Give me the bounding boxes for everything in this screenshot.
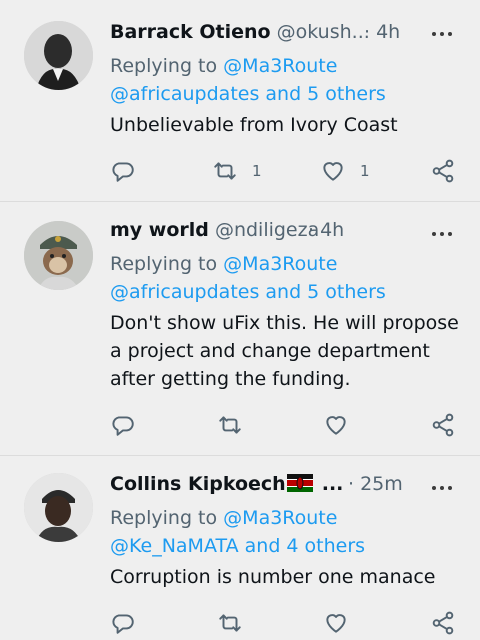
timestamp[interactable]: · 4h <box>308 219 344 241</box>
retweet-button[interactable] <box>217 610 243 636</box>
tweet-header: Collins Kipkoech ... · 25m <box>110 473 460 503</box>
author-handle[interactable]: @okush... <box>277 21 370 43</box>
tweet-header: my world @ndiligeza · 4h <box>110 219 460 249</box>
share-button[interactable] <box>430 412 456 438</box>
heart-icon <box>323 162 343 181</box>
mention-link[interactable]: @Ma3Route <box>223 507 337 529</box>
like-count: 1 <box>360 162 370 180</box>
tweet-text: Don't show uFix this. He will propose a … <box>110 309 465 393</box>
share-icon <box>432 611 454 635</box>
reply-others-link[interactable]: @Ke_NaMATA and 4 others <box>110 532 365 560</box>
reply-button[interactable] <box>110 158 136 184</box>
retweet-icon <box>219 416 241 434</box>
avatar[interactable] <box>24 221 93 290</box>
heart-icon <box>326 416 346 435</box>
tweet[interactable]: Collins Kipkoech ... · 25m Replying to @… <box>0 456 480 635</box>
reply-button[interactable] <box>110 610 136 636</box>
replying-to-label: Replying to <box>110 507 218 529</box>
like-button[interactable]: 1 <box>320 158 370 184</box>
author-name[interactable]: my world <box>110 219 209 241</box>
like-button[interactable] <box>323 610 349 636</box>
timestamp-value: 25m <box>360 473 403 495</box>
more-icon[interactable] <box>432 232 454 238</box>
reply-button[interactable] <box>110 412 136 438</box>
reply-others-link[interactable]: @africaupdates and 5 others <box>110 278 386 306</box>
avatar-image <box>24 21 93 90</box>
author-name[interactable]: Collins Kipkoech <box>110 473 286 495</box>
share-button[interactable] <box>430 610 456 636</box>
tweet-actions: 1 1 <box>0 158 480 188</box>
more-icon[interactable] <box>432 486 454 492</box>
timestamp-value: 4h <box>320 219 345 241</box>
tweet-text-line: Unbelievable from Ivory Coast <box>110 114 398 136</box>
like-button[interactable] <box>323 412 349 438</box>
share-icon <box>432 159 454 183</box>
tweet-actions <box>0 610 480 640</box>
author-name[interactable]: Barrack Otieno <box>110 21 271 43</box>
replying-to: Replying to @Ma3Route <box>110 504 337 532</box>
more-icon[interactable] <box>432 32 454 38</box>
tweet-text-line: a project and change department <box>110 340 430 362</box>
reply-others-link[interactable]: @africaupdates and 5 others <box>110 80 386 108</box>
retweet-icon <box>219 614 241 632</box>
author-handle[interactable]: @ndiligeza <box>215 219 319 241</box>
tweet-actions <box>0 412 480 442</box>
tweet-text: Corruption is number one manace <box>110 563 465 591</box>
avatar-image <box>24 221 93 290</box>
tweet-text: Unbelievable from Ivory Coast <box>110 111 465 139</box>
mention-link[interactable]: @Ma3Route <box>223 253 337 275</box>
replying-to-label: Replying to <box>110 253 218 275</box>
replying-to: Replying to @Ma3Route <box>110 250 337 278</box>
share-button[interactable] <box>430 158 456 184</box>
tweet[interactable]: Barrack Otieno @okush... · 4h Replying t… <box>0 0 480 200</box>
heart-icon <box>326 614 346 633</box>
tweet-header: Barrack Otieno @okush... · 4h <box>110 21 460 51</box>
avatar[interactable] <box>24 21 93 90</box>
replying-to: Replying to @Ma3Route <box>110 52 337 80</box>
name-ellipsis: ... <box>321 473 344 495</box>
share-icon <box>432 413 454 437</box>
tweet-text-line: after getting the funding. <box>110 368 351 390</box>
retweet-button[interactable]: 1 <box>212 158 262 184</box>
mention-link[interactable]: @Ma3Route <box>223 55 337 77</box>
retweet-icon <box>214 162 236 180</box>
replying-to-label: Replying to <box>110 55 218 77</box>
kenya-flag-icon <box>286 474 313 492</box>
tweet[interactable]: my world @ndiligeza · 4h Replying to @Ma… <box>0 202 480 454</box>
avatar-image <box>24 473 93 542</box>
tweet-text-line: Corruption is number one manace <box>110 566 436 588</box>
retweet-button[interactable] <box>217 412 243 438</box>
reply-icon <box>112 614 134 634</box>
retweet-count: 1 <box>252 162 262 180</box>
reply-icon <box>112 162 134 182</box>
avatar[interactable] <box>24 473 93 542</box>
tweet-text-line: Don't show uFix this. He will propose <box>110 312 459 334</box>
timestamp-value: 4h <box>376 21 401 43</box>
timestamp[interactable]: · 25m <box>348 473 403 495</box>
reply-icon <box>112 416 134 436</box>
timestamp[interactable]: · 4h <box>364 21 400 43</box>
